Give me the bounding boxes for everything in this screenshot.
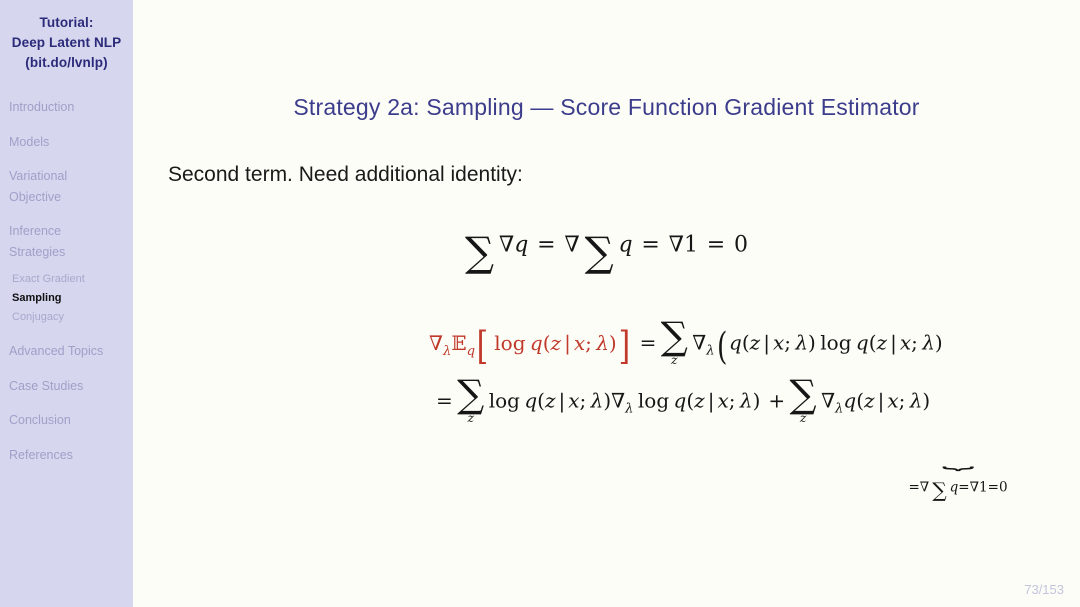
nabla-symbol: ∇ <box>498 232 515 258</box>
sidebar-item-inference-strategies[interactable]: Inference Strategies <box>0 221 133 262</box>
sidebar-item-label: Sampling <box>12 292 62 304</box>
nabla-symbol: ∇ <box>668 232 684 258</box>
sidebar-item-label: Conclusion <box>9 413 71 427</box>
sidebar-title: Tutorial: Deep Latent NLP (bit.do/lvnlp) <box>0 13 133 73</box>
sidebar-subnav: Exact Gradient Sampling Conjugacy <box>0 270 133 327</box>
derivation-block: ∇λ𝔼q[log q(z | x; λ)] = ∑ z ∇λ(q(z | x; λ) log q(z | x;… <box>133 314 1080 426</box>
highlighted-lhs: ∇λ𝔼q[log q(z | x; λ)] <box>429 324 630 369</box>
sidebar-item-models[interactable]: Models <box>0 132 133 153</box>
sidebar-item-conjugacy[interactable]: Conjugacy <box>0 308 133 327</box>
sidebar-item-case-studies[interactable]: Case Studies <box>0 376 133 397</box>
sidebar-item-label: References <box>9 447 73 462</box>
equation-line-2: = ∑ z log q(z | x; λ)∇λ log q(z | x; λ) + ∑ z ∇λq(z | x; λ) <box>436 372 931 426</box>
sidebar-item-sampling[interactable]: Sampling <box>0 289 133 308</box>
underbrace-icon: ⏟ <box>941 447 974 471</box>
sidebar-item-label-cont: Strategies <box>9 244 66 259</box>
sidebar-item-exact-gradient[interactable]: Exact Gradient <box>0 270 133 289</box>
sidebar-title-line-2: Deep Latent NLP <box>11 35 122 50</box>
sidebar-title-line-3: (bit.do/lvnlp) <box>25 55 108 70</box>
sidebar-item-label: Variational <box>9 169 68 183</box>
sidebar-item-label: Case Studies <box>9 378 84 393</box>
page-number: 73/153 <box>1024 582 1064 597</box>
sidebar-item-advanced-topics[interactable]: Advanced Topics <box>0 341 133 362</box>
sidebar-item-label: Introduction <box>9 100 75 114</box>
sidebar-item-label: Advanced Topics <box>9 344 104 358</box>
sidebar-item-label: Conjugacy <box>12 311 64 323</box>
underbrace-label: =∇ ∑ q=∇1=0 <box>908 478 1008 503</box>
sidebar-item-label: Models <box>9 134 50 149</box>
sidebar-title-line-1: Tutorial: <box>39 15 94 30</box>
summation-symbol: ∑ z <box>457 372 485 426</box>
sidebar-item-label-cont: Objective <box>9 189 62 204</box>
body-text: Second term. Need additional identity: <box>168 163 523 186</box>
sidebar-item-conclusion[interactable]: Conclusion <box>0 410 133 431</box>
sidebar-item-variational-objective[interactable]: Variational Objective <box>0 166 133 207</box>
sidebar-item-references[interactable]: References <box>0 445 133 466</box>
summation-symbol: ∑ <box>584 227 614 276</box>
summation-symbol: ∑ z <box>789 372 817 426</box>
nabla-symbol: ∇ <box>564 232 580 258</box>
slide-body: Strategy 2a: Sampling — Score Function G… <box>133 0 1080 607</box>
sidebar-item-label: Exact Gradient <box>12 273 85 285</box>
page-title: Strategy 2a: Sampling — Score Function G… <box>293 94 920 120</box>
sidebar-item-label: Inference <box>9 224 62 238</box>
summation-symbol: ∑ z <box>660 314 688 367</box>
sidebar-nav: Introduction Models Variational Objectiv… <box>0 97 133 465</box>
sidebar: Tutorial: Deep Latent NLP (bit.do/lvnlp)… <box>0 0 133 607</box>
equation-line-1: ∇λ𝔼q[log q(z | x; λ)] = ∑ z ∇λ(q(z | x; λ) log q(z | x;… <box>429 314 943 369</box>
underbrace-annotation: ⏟ =∇ ∑ q=∇1=0 <box>862 449 1054 503</box>
sidebar-item-introduction[interactable]: Introduction <box>0 97 133 118</box>
presentation-slide: Tutorial: Deep Latent NLP (bit.do/lvnlp)… <box>0 0 1080 607</box>
equation-identity: ∑ ∇q = ∇ ∑ q = ∇1 = 0 <box>465 227 748 276</box>
summation-symbol: ∑ <box>465 227 495 276</box>
